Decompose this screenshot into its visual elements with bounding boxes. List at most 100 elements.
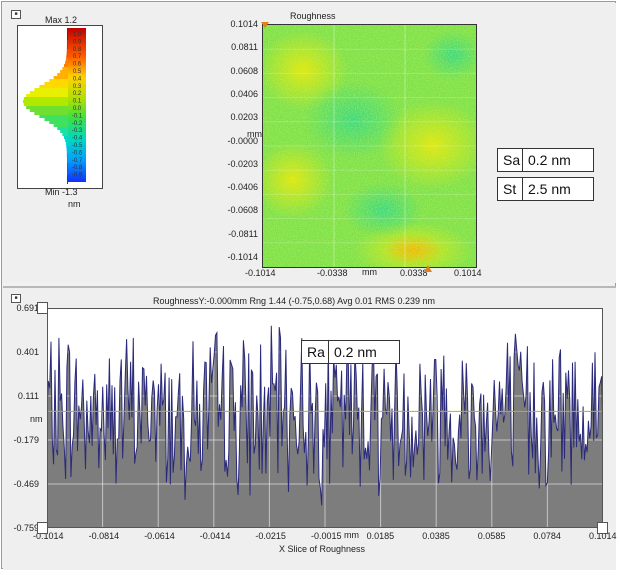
histogram-bar (66, 163, 68, 166)
scale-tick-label: -0.8 (72, 165, 83, 171)
scale-tick-label: 0.6 (73, 62, 82, 68)
histogram-bar (66, 175, 68, 178)
profile-y-tick: -0.469 (13, 479, 39, 489)
scale-tick-label: 0.9 (73, 39, 82, 45)
map-y-tick: -0.1014 (227, 252, 258, 262)
map-y-tick: 0.0406 (230, 88, 258, 99)
histogram-bar (65, 142, 68, 145)
histogram-bar (66, 172, 68, 175)
profile-y-unit: nm (30, 414, 43, 424)
histogram-bar (65, 61, 68, 64)
map-y-tick: 0.1014 (230, 19, 258, 29)
scale-tick-label: 0.5 (73, 69, 82, 75)
scale-tick-label: 0.3 (73, 84, 82, 90)
height-histogram: 1.0 0.9 0.8 0.7 0.6 0.5 0.4 0.3 0.2 0.1 0.0 -0.1 -0.… (17, 25, 103, 189)
profile-x-tick: 0.0185 (366, 531, 395, 541)
profile-header: RoughnessY:-0.000mm Rng 1.44 (-0.75,0.68… (153, 296, 435, 306)
profile-x-tick: -0.0614 (144, 531, 175, 541)
scale-tick-label: -0.5 (72, 143, 83, 149)
scale-tick-label: 0.0 (73, 106, 82, 112)
profile-x-tick: 0.0784 (533, 531, 561, 541)
histogram-bar (29, 109, 68, 112)
scale-tick-label: -0.3 (72, 128, 83, 134)
scale-tick-label: 0.4 (73, 76, 82, 82)
histogram-bar (65, 58, 68, 61)
histogram-bar (57, 73, 68, 76)
histogram-bar (60, 130, 68, 133)
histogram-bar (62, 133, 68, 136)
map-x-tick: -0.0338 (317, 268, 348, 278)
histogram-bar (53, 124, 68, 127)
histogram-bar (66, 157, 68, 160)
histogram-plot: 1.00.9 0.80.7 0.60.50.4 0.30.2 0.10.0-0.1 -0.… (23, 28, 86, 184)
histogram-bar (34, 112, 68, 115)
histogram-bar (66, 151, 68, 154)
slice-marker-bottom-icon[interactable] (424, 265, 432, 272)
histogram-bar (26, 94, 68, 97)
profile-slice-pane: ■ RoughnessY:-0.000mm Rng 1.44 (-0.75,0.… (3, 286, 617, 570)
profile-x-tick: -0.0215 (255, 531, 286, 541)
histogram-bar (66, 28, 68, 31)
histogram-bar (39, 115, 68, 118)
profile-x-unit: mm (344, 530, 359, 540)
pane-menu-icon[interactable]: ■ (11, 294, 21, 303)
scale-tick-label: -0.1 (72, 113, 83, 119)
roughness-map[interactable] (262, 24, 477, 268)
histogram-bar (66, 34, 68, 37)
histogram-bar (66, 154, 68, 157)
st-value: 2.5 nm (522, 177, 594, 201)
histogram-bar (57, 127, 68, 130)
profile-y-tick: -0.179 (13, 435, 39, 445)
histogram-bar (26, 106, 68, 109)
scale-tick-label: -0.6 (72, 150, 83, 156)
map-y-tick: 0.0608 (230, 65, 258, 76)
histogram-bar (53, 76, 68, 79)
histogram-bar (66, 52, 68, 55)
profile-x-tick: -0.0814 (88, 531, 120, 541)
histogram-bar (49, 79, 68, 82)
histogram-bar (49, 121, 68, 124)
map-y-tick: -0.0203 (227, 158, 258, 169)
roughness-map-image (263, 25, 476, 267)
ra-name: Ra (301, 340, 329, 364)
profile-x-tick: -0.0015 (311, 531, 342, 541)
map-y-tick: -0.0811 (228, 228, 258, 239)
scale-tick-label: 0.7 (73, 54, 82, 60)
histogram-bar (23, 103, 68, 106)
profile-x-tick: 0.0385 (422, 531, 450, 541)
histogram-bar (66, 145, 68, 148)
scale-tick-label: 1.0 (73, 32, 82, 38)
sa-name: Sa (497, 148, 523, 172)
pane-menu-icon[interactable]: ■ (11, 10, 21, 19)
histogram-bar (66, 169, 68, 172)
scale-tick-label: -0.2 (72, 121, 83, 127)
histogram-bar (66, 181, 68, 184)
map-y-tick: -0.0406 (227, 182, 258, 193)
histogram-bar (39, 85, 68, 88)
histogram-bar (66, 49, 68, 52)
histogram-bar (66, 43, 68, 46)
histogram-bar (63, 136, 68, 139)
profile-x-title: X Slice of Roughness (279, 544, 366, 554)
map-x-tick: 0.1014 (454, 268, 482, 278)
map-y-unit: mm (247, 129, 262, 139)
app-window: ■ Max 1.2 1.0 0.9 0.8 0.7 0.6 0.5 0.4 0.… (1, 1, 617, 570)
profile-y-tick: 0.691 (16, 303, 39, 313)
map-x-unit: mm (362, 267, 377, 277)
histogram-bar (60, 70, 68, 73)
histogram-bar (62, 67, 68, 70)
roughness-map-pane: ■ Max 1.2 1.0 0.9 0.8 0.7 0.6 0.5 0.4 0.… (3, 3, 616, 283)
profile-x-tick: -0.0414 (199, 531, 231, 541)
scale-tick-label: 0.1 (73, 99, 82, 105)
profile-cursor-bottom-left[interactable] (37, 522, 48, 534)
profile-cursor-bottom-right[interactable] (597, 522, 608, 534)
profile-y-tick: 0.401 (16, 347, 39, 357)
slice-marker-top-icon[interactable] (261, 22, 269, 28)
histogram-bar (34, 88, 68, 91)
scale-tick-label: -0.7 (72, 158, 83, 164)
st-name: St (497, 177, 523, 201)
profile-cursor-top-left[interactable] (37, 302, 48, 314)
histogram-bar (44, 82, 68, 85)
histogram-bar (66, 46, 68, 49)
profile-x-tick: 0.0585 (477, 531, 506, 541)
